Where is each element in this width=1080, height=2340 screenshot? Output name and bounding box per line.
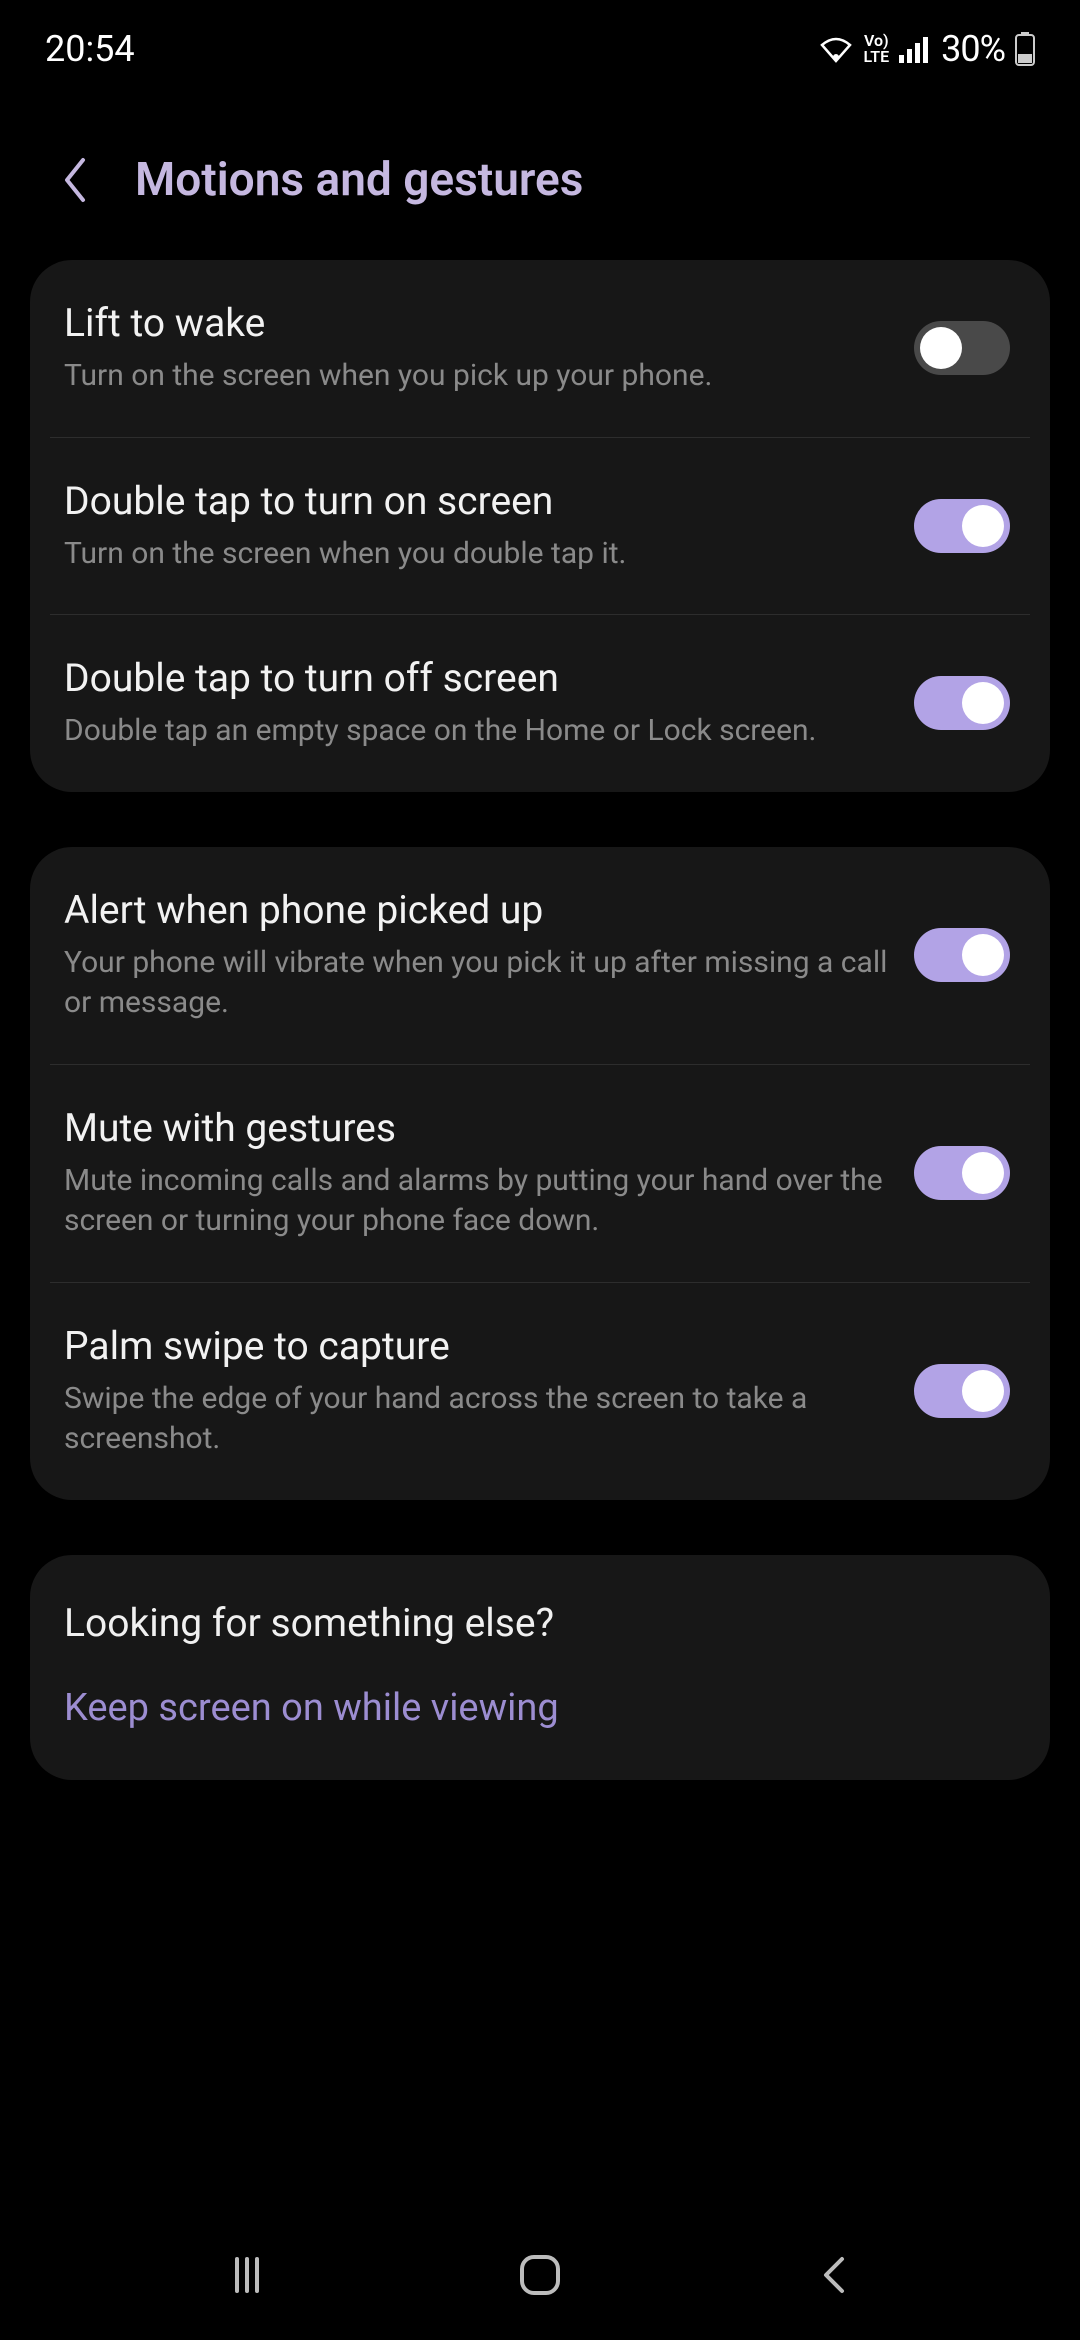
setting-text: Palm swipe to capture Swipe the edge of … (64, 1323, 894, 1460)
status-right: Vo)LTE 30% (818, 28, 1036, 70)
home-icon (516, 2251, 564, 2299)
setting-desc: Turn on the screen when you pick up your… (64, 356, 894, 397)
wifi-icon (818, 35, 854, 63)
setting-title: Double tap to turn on screen (64, 478, 894, 524)
toggle-alert-pickup[interactable] (914, 928, 1010, 982)
recents-icon (225, 2253, 269, 2297)
battery-percent: 30% (941, 28, 1005, 70)
settings-group: Lift to wake Turn on the screen when you… (30, 260, 1050, 792)
setting-palm-swipe[interactable]: Palm swipe to capture Swipe the edge of … (30, 1283, 1050, 1500)
setting-double-tap-on[interactable]: Double tap to turn on screen Turn on the… (30, 438, 1050, 615)
settings-group: Alert when phone picked up Your phone wi… (30, 847, 1050, 1500)
settings-content: Lift to wake Turn on the screen when you… (0, 260, 1080, 1780)
setting-title: Alert when phone picked up (64, 887, 894, 933)
back-icon (816, 2251, 850, 2299)
setting-desc: Turn on the screen when you double tap i… (64, 534, 894, 575)
setting-title: Mute with gestures (64, 1105, 894, 1151)
toggle-palm-swipe[interactable] (914, 1364, 1010, 1418)
related-link-keep-screen-on[interactable]: Keep screen on while viewing (30, 1666, 1050, 1780)
volte-icon: Vo)LTE (864, 33, 890, 65)
setting-text: Double tap to turn on screen Turn on the… (64, 478, 894, 575)
battery-icon (1015, 32, 1035, 66)
status-time: 20:54 (45, 28, 135, 70)
toggle-double-tap-on[interactable] (914, 499, 1010, 553)
setting-lift-to-wake[interactable]: Lift to wake Turn on the screen when you… (30, 260, 1050, 437)
chevron-left-icon (61, 156, 89, 204)
related-settings-card: Looking for something else? Keep screen … (30, 1555, 1050, 1780)
system-nav-bar (0, 2210, 1080, 2340)
toggle-lift-to-wake[interactable] (914, 321, 1010, 375)
nav-home-button[interactable] (505, 2240, 575, 2310)
page-title: Motions and gestures (135, 153, 583, 207)
setting-title: Lift to wake (64, 300, 894, 346)
setting-desc: Your phone will vibrate when you pick it… (64, 943, 894, 1024)
nav-recents-button[interactable] (212, 2240, 282, 2310)
back-button[interactable] (55, 150, 95, 210)
setting-alert-pickup[interactable]: Alert when phone picked up Your phone wi… (30, 847, 1050, 1064)
setting-double-tap-off[interactable]: Double tap to turn off screen Double tap… (30, 615, 1050, 792)
setting-title: Double tap to turn off screen (64, 655, 894, 701)
signal-icon (899, 35, 931, 63)
setting-title: Palm swipe to capture (64, 1323, 894, 1369)
status-bar: 20:54 Vo)LTE 30% (0, 0, 1080, 90)
page-header: Motions and gestures (0, 90, 1080, 260)
toggle-double-tap-off[interactable] (914, 676, 1010, 730)
toggle-mute-gestures[interactable] (914, 1146, 1010, 1200)
setting-text: Lift to wake Turn on the screen when you… (64, 300, 894, 397)
setting-mute-gestures[interactable]: Mute with gestures Mute incoming calls a… (30, 1065, 1050, 1282)
setting-desc: Mute incoming calls and alarms by puttin… (64, 1161, 894, 1242)
setting-text: Mute with gestures Mute incoming calls a… (64, 1105, 894, 1242)
setting-text: Alert when phone picked up Your phone wi… (64, 887, 894, 1024)
setting-desc: Swipe the edge of your hand across the s… (64, 1379, 894, 1460)
setting-text: Double tap to turn off screen Double tap… (64, 655, 894, 752)
nav-back-button[interactable] (798, 2240, 868, 2310)
related-title: Looking for something else? (30, 1555, 1050, 1666)
setting-desc: Double tap an empty space on the Home or… (64, 711, 894, 752)
